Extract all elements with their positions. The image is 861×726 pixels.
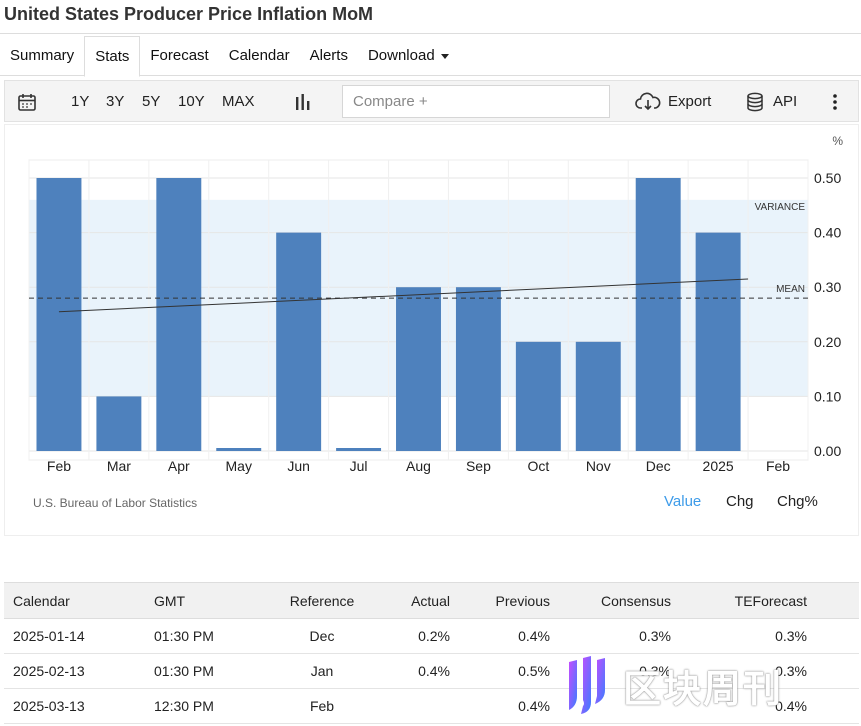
range-max-button[interactable]: MAX <box>222 81 255 123</box>
col-gmt: GMT <box>144 582 254 619</box>
cell-date: 2025-02-13 <box>4 653 144 689</box>
cell-reference: Dec <box>254 618 390 654</box>
cell-teforecast: 0.3% <box>671 618 859 654</box>
tab-calendar[interactable]: Calendar <box>219 36 300 76</box>
bar <box>156 178 202 451</box>
mean-label: MEAN <box>776 284 805 295</box>
bar <box>396 287 441 451</box>
cell-actual <box>390 688 450 724</box>
variance-label: VARIANCE <box>755 202 806 213</box>
page-title: United States Producer Price Inflation M… <box>4 4 374 24</box>
x-tick-label: Mar <box>107 458 131 474</box>
cloud-download-icon[interactable] <box>635 92 661 112</box>
bar-chart: % 0.00 0.10 0.20 0.30 0.40 0.50 MEAN VARIANCE Fe… <box>28 134 843 474</box>
tab-stats[interactable]: Stats <box>84 36 141 77</box>
cell-time: 01:30 PM <box>144 653 254 689</box>
x-tick-label: Jun <box>287 458 310 474</box>
calendar-header-row: Calendar GMT Reference Actual Previous C… <box>4 582 859 619</box>
bar <box>575 341 621 451</box>
x-tick-label: Oct <box>527 458 549 474</box>
x-tick-label: Sep <box>466 458 491 474</box>
cell-actual: 0.2% <box>390 618 450 654</box>
tab-forecast[interactable]: Forecast <box>140 36 218 76</box>
x-tick-label: Aug <box>406 458 431 474</box>
watermark: 区块周刊 <box>565 650 783 720</box>
y-tick-label: 0.30 <box>814 279 841 295</box>
cell-reference: Feb <box>254 688 390 724</box>
y-tick-label: 0.10 <box>814 388 841 404</box>
watermark-logo-icon <box>569 656 605 714</box>
tab-bar: Summary Stats Forecast Calendar Alerts D… <box>0 36 861 77</box>
tab-alerts[interactable]: Alerts <box>300 36 358 76</box>
cell-previous: 0.5% <box>450 653 550 689</box>
tab-download-label: Download <box>367 47 435 64</box>
bar <box>455 287 501 451</box>
range-1y-button[interactable]: 1Y <box>71 81 89 123</box>
chart-toolbar: 1Y 3Y 5Y 10Y MAX Export API <box>4 80 859 122</box>
compare-input[interactable] <box>342 85 610 118</box>
bar <box>36 178 82 451</box>
cell-date: 2025-03-13 <box>4 688 144 724</box>
bar <box>695 232 741 451</box>
col-previous: Previous <box>450 582 550 619</box>
title-divider <box>0 33 861 34</box>
y-tick-label: 0.40 <box>814 225 841 241</box>
bar <box>216 448 262 451</box>
cell-date: 2025-01-14 <box>4 618 144 654</box>
calendar-icon[interactable] <box>17 92 37 112</box>
y-tick-label: 0.50 <box>814 170 841 186</box>
col-reference: Reference <box>254 582 390 619</box>
bar <box>96 396 142 451</box>
range-5y-button[interactable]: 5Y <box>142 81 160 123</box>
col-consensus: Consensus <box>550 582 671 619</box>
cell-consensus: 0.3% <box>550 618 671 654</box>
source-label: U.S. Bureau of Labor Statistics <box>33 496 198 510</box>
cell-time: 12:30 PM <box>144 688 254 724</box>
table-row: 2025-01-14 01:30 PM Dec 0.2% 0.4% 0.3% 0… <box>4 618 859 654</box>
api-button[interactable]: API <box>773 81 797 123</box>
x-tick-label: Jul <box>350 458 368 474</box>
x-tick-label: May <box>226 458 252 474</box>
y-tick-label: 0.20 <box>814 334 841 350</box>
export-button[interactable]: Export <box>668 81 711 123</box>
tab-summary[interactable]: Summary <box>0 36 84 76</box>
bar <box>276 232 322 451</box>
bar <box>336 448 382 451</box>
bar <box>635 178 681 451</box>
x-tick-label: Dec <box>646 458 671 474</box>
caret-down-icon <box>440 53 449 59</box>
x-tick-label: Feb <box>766 458 790 474</box>
cell-time: 01:30 PM <box>144 618 254 654</box>
col-calendar: Calendar <box>4 582 144 619</box>
bar <box>515 341 561 451</box>
range-10y-button[interactable]: 10Y <box>178 81 205 123</box>
database-icon[interactable] <box>746 92 764 112</box>
x-tick-label: Apr <box>168 458 190 474</box>
range-3y-button[interactable]: 3Y <box>106 81 124 123</box>
value-mode-value[interactable]: Value <box>664 493 701 510</box>
value-mode-chg-percent[interactable]: Chg% <box>777 493 818 510</box>
watermark-text: 区块周刊 <box>623 668 784 711</box>
tab-download[interactable]: Download <box>358 36 459 76</box>
cell-reference: Jan <box>254 653 390 689</box>
cell-previous: 0.4% <box>450 618 550 654</box>
cell-previous: 0.4% <box>450 688 550 724</box>
x-tick-label: Feb <box>47 458 71 474</box>
bar-chart-icon[interactable] <box>295 93 311 111</box>
y-axis-unit: % <box>832 134 843 148</box>
cell-actual: 0.4% <box>390 653 450 689</box>
more-vertical-icon[interactable] <box>831 93 839 111</box>
value-mode-chg[interactable]: Chg <box>726 493 754 510</box>
y-tick-label: 0.00 <box>814 443 841 459</box>
x-tick-label: Nov <box>586 458 611 474</box>
col-teforecast: TEForecast <box>671 582 859 619</box>
col-actual: Actual <box>390 582 450 619</box>
x-tick-label: 2025 <box>703 458 734 474</box>
